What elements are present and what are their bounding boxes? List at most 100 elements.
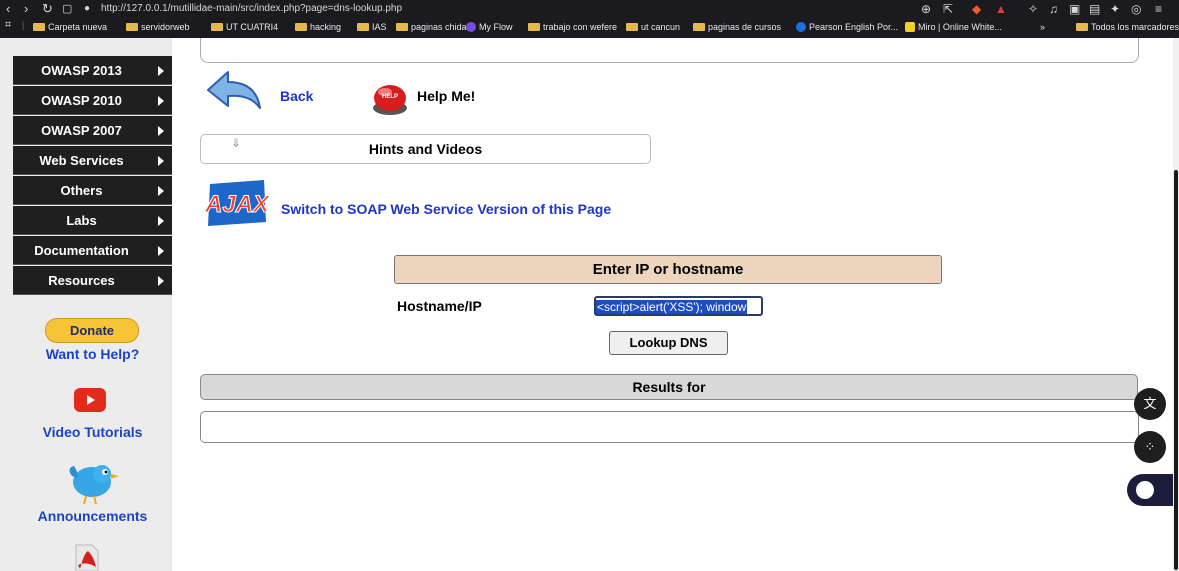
apps-grid-icon[interactable]: ⁘ [1134,431,1166,463]
lookup-dns-button[interactable]: Lookup DNS [609,331,728,355]
twitter-bird-icon[interactable] [66,458,120,506]
help-button-icon[interactable]: HELP [370,78,410,118]
menu-label: OWASP 2007 [41,123,122,138]
folder-icon [396,23,408,31]
address-row: ‹ › ↻ ▢ ● http://127.0.0.1/mutillidae-ma… [0,0,1179,18]
pearson-icon [796,22,806,32]
top-panel [200,38,1139,63]
zoom-icon[interactable]: ⊕ [921,2,931,16]
more-bookmarks-button[interactable]: » [1040,21,1045,33]
reload-icon[interactable]: ↻ [42,2,53,16]
youtube-icon[interactable] [74,388,106,412]
sidebar: OWASP 2013 OWASP 2010 OWASP 2007 Web Ser… [0,38,172,571]
bookmark-item[interactable]: My Flow [466,21,513,33]
brave-shield-icon[interactable]: ◆ [972,2,981,16]
bookmarks-divider: | [22,20,25,30]
menu-label: OWASP 2013 [41,63,122,78]
folder-icon [126,23,138,31]
form-header: Enter IP or hostname [394,255,942,284]
caret-right-icon [158,186,164,196]
back-link[interactable]: Back [280,88,313,104]
announcements-link[interactable]: Announcements [13,508,172,524]
scrollbar-thumb[interactable] [1174,170,1178,570]
menu-label: Others [60,183,103,198]
translate-icon[interactable]: 文 [1134,388,1166,420]
forward-arrow-icon[interactable]: › [24,2,28,16]
menu-owasp-2007[interactable]: OWASP 2007 [13,116,172,145]
bookmark-item[interactable]: paginas de cursos [693,21,781,33]
bookmark-icon[interactable]: ▢ [62,2,72,16]
bookmark-item[interactable]: paginas chidas [396,21,471,33]
want-to-help-link[interactable]: Want to Help? [13,346,172,362]
bookmark-item[interactable]: Carpeta nueva [33,21,107,33]
extensions-icon[interactable]: ✧ [1028,2,1038,16]
menu-label: Documentation [34,243,129,258]
ajax-logo: AJAX [204,180,270,226]
soap-version-link[interactable]: Switch to SOAP Web Service Version of th… [281,201,611,217]
bookmark-item[interactable]: UT CUATRI4 [211,21,278,33]
pdf-icon[interactable] [74,543,100,571]
menu-resources[interactable]: Resources [13,266,172,295]
bookmark-item[interactable]: IAS [357,21,387,33]
caret-right-icon [158,96,164,106]
media-icon[interactable]: ♫ [1049,2,1058,16]
folder-icon [33,23,45,31]
hints-label: Hints and Videos [368,141,483,157]
menu-owasp-2013[interactable]: OWASP 2013 [13,56,172,85]
brave-rewards-icon[interactable]: ▲ [995,2,1007,16]
menu-label: Web Services [39,153,124,168]
back-arrow-icon[interactable] [204,68,266,120]
bookmark-item[interactable]: Todos los marcadores [1076,21,1179,33]
caret-right-icon [158,126,164,136]
bookmarks-bar: ⌗ | Carpeta nueva servidorweb UT CUATRI4… [0,18,1179,38]
leo-icon[interactable]: ✦ [1110,2,1120,16]
share-icon[interactable]: ⇱ [943,2,953,16]
hostname-label: Hostname/IP [397,298,482,314]
hostname-input-value: <script>alert('XSS'); window [596,300,748,314]
url-bar[interactable]: http://127.0.0.1/mutillidae-main/src/ind… [101,3,402,14]
menu-web-services[interactable]: Web Services [13,146,172,175]
caret-right-icon [158,246,164,256]
caret-right-icon [158,216,164,226]
folder-icon [693,23,705,31]
site-info-icon[interactable]: ● [84,2,90,16]
myflow-icon [466,22,476,32]
bookmark-item[interactable]: Pearson English Por... [796,21,898,33]
miro-icon [905,22,915,32]
menu-others[interactable]: Others [13,176,172,205]
vpn-icon[interactable]: ◎ [1131,2,1141,16]
help-badge-text: HELP [382,94,398,100]
menu-icon[interactable]: ≡ [1155,2,1162,16]
menu-label: OWASP 2010 [41,93,122,108]
hostname-input[interactable]: <script>alert('XSS'); window [594,296,763,316]
folder-icon [357,23,369,31]
menu-label: Labs [66,213,97,228]
bookmark-item[interactable]: hacking [295,21,341,33]
folder-icon [528,23,540,31]
menu-owasp-2010[interactable]: OWASP 2010 [13,86,172,115]
play-icon [87,395,95,405]
tab-icon[interactable]: ▤ [1089,2,1100,16]
sidebar-toggle-icon[interactable]: ▣ [1069,2,1080,16]
bookmark-item[interactable]: Miro | Online White... [905,21,1002,33]
apps-icon[interactable]: ⌗ [5,19,11,31]
help-link[interactable]: Help Me! [417,88,475,104]
hints-panel[interactable]: ⇓ Hints and Videos [200,134,651,164]
folder-icon [211,23,223,31]
ajax-logo-text: AJAX [204,191,270,218]
caret-right-icon [158,276,164,286]
menu-labs[interactable]: Labs [13,206,172,235]
caret-right-icon [158,66,164,76]
bookmark-item[interactable]: trabajo con wefere [528,21,617,33]
donate-button[interactable]: Donate [45,318,139,343]
results-box [200,411,1139,443]
assistant-icon[interactable] [1127,474,1173,506]
folder-icon [1076,23,1088,31]
bookmark-item[interactable]: ut cancun [626,21,680,33]
menu-documentation[interactable]: Documentation [13,236,172,265]
video-tutorials-link[interactable]: Video Tutorials [13,424,172,440]
folder-icon [626,23,638,31]
folder-icon [295,23,307,31]
bookmark-item[interactable]: servidorweb [126,21,190,33]
back-arrow-icon[interactable]: ‹ [6,2,10,16]
